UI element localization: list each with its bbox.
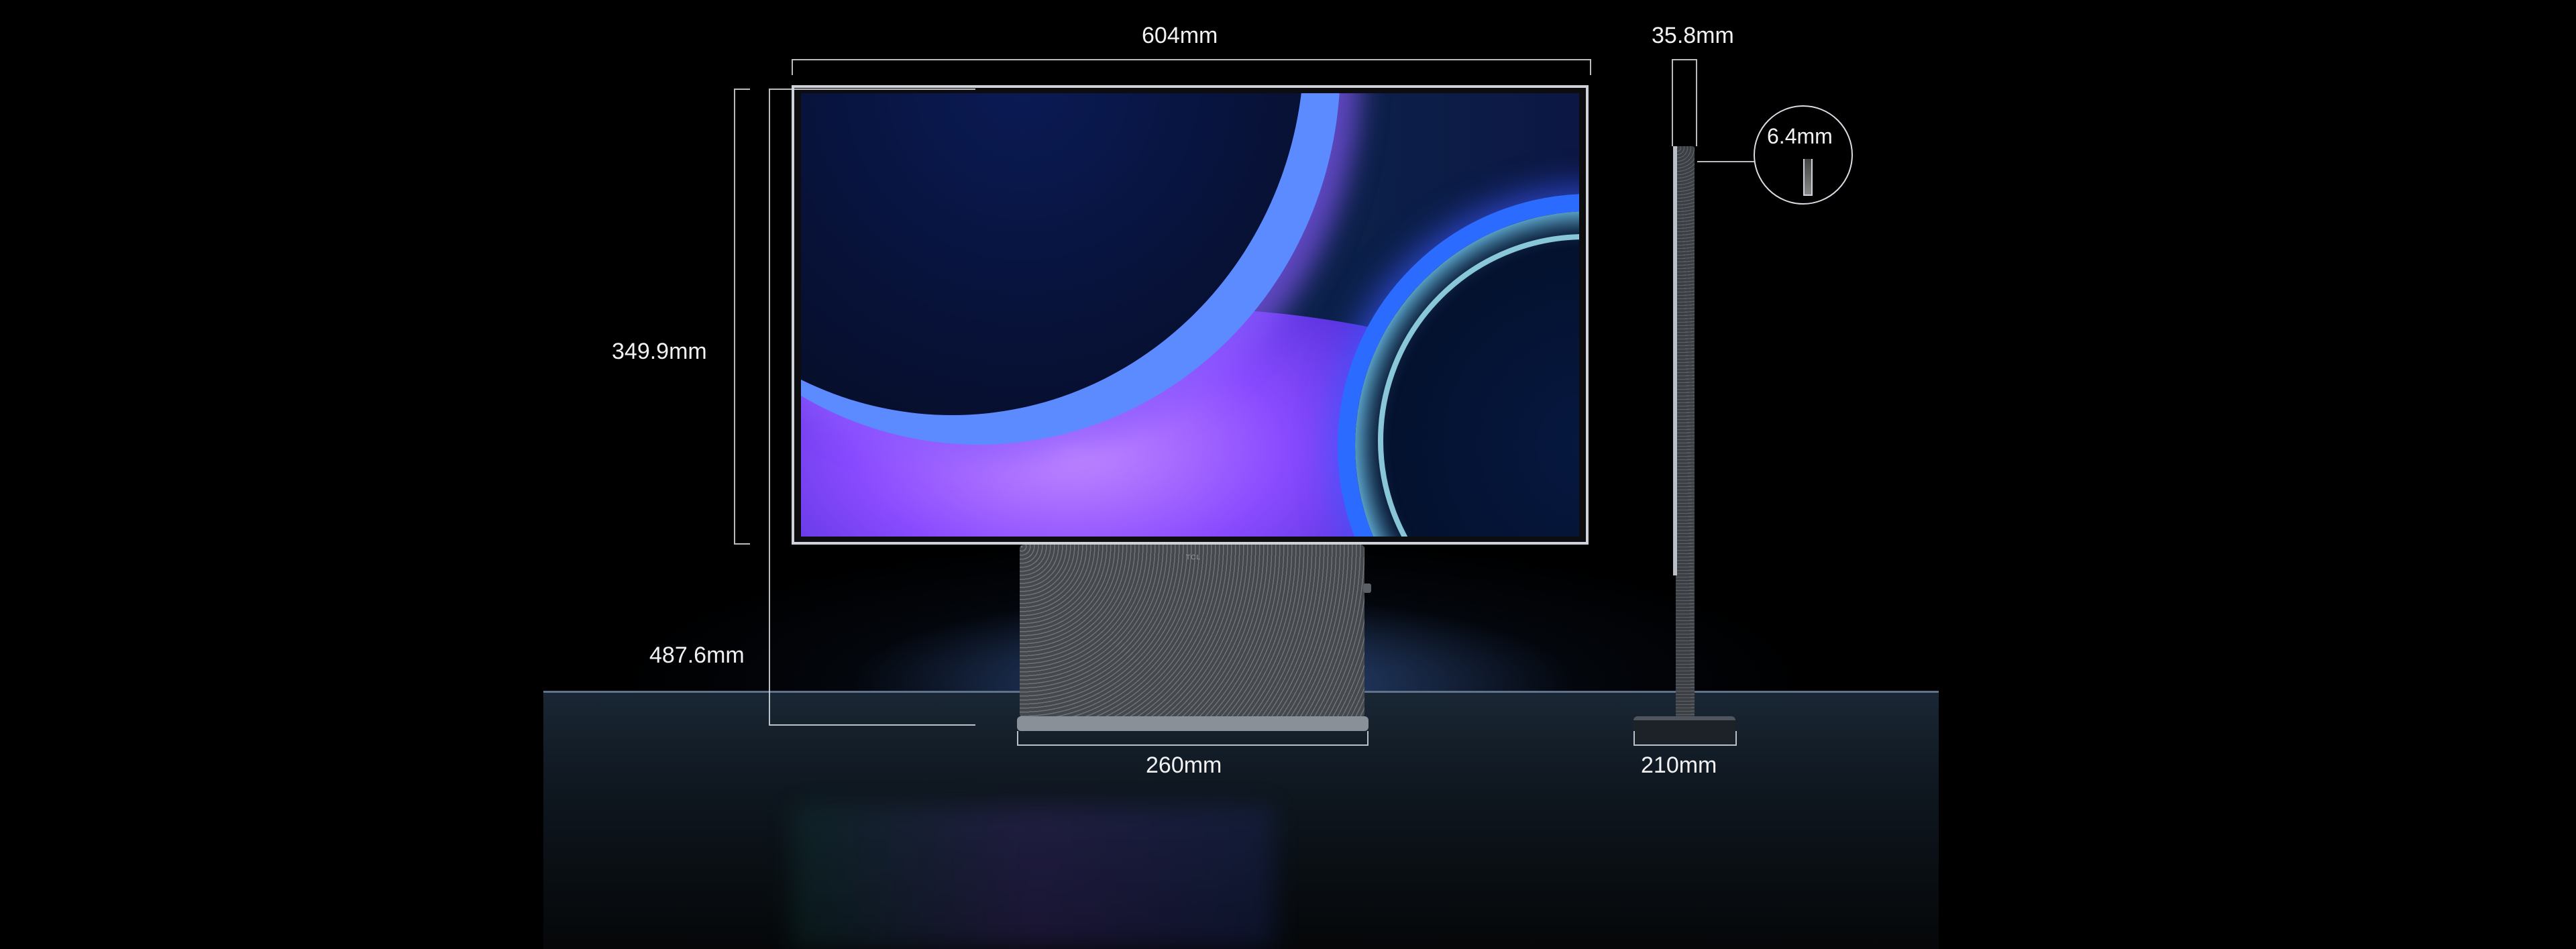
dim-line-side-base [1633, 731, 1737, 746]
dim-line-base-width [1017, 731, 1368, 746]
dim-label-width: 604mm [1142, 23, 1218, 48]
dim-label-screen-height: 349.9mm [612, 339, 707, 364]
monitor-stand-front: TCL [1020, 545, 1364, 718]
monitor-side-view [1676, 146, 1695, 723]
magnifier-circle-icon [1754, 105, 1853, 205]
dim-label-depth: 35.8mm [1652, 23, 1734, 48]
side-panel-edge [1673, 146, 1677, 575]
stand-brand-logo: TCL [1186, 554, 1201, 561]
callout-leader-line [1697, 161, 1755, 162]
dim-line-depth [1672, 59, 1697, 146]
dim-label-base-width: 260mm [1146, 752, 1222, 778]
dim-label-total-height: 487.6mm [649, 643, 745, 668]
panel-edge-zoom [1803, 159, 1813, 196]
dim-label-panel-thickness: 6.4mm [1767, 124, 1833, 148]
dim-label-side-base: 210mm [1641, 752, 1717, 778]
stand-base-front [1017, 716, 1368, 731]
stand-knob [1363, 583, 1371, 593]
dim-line-total-height [769, 89, 975, 726]
floor-reflection [792, 805, 1275, 949]
dim-line-width [792, 59, 1591, 75]
product-dimension-illustration: TCL 604mm 349.9mm 487.6mm 260mm 35.8mm 6… [0, 0, 2576, 949]
dim-line-screen-height [734, 89, 750, 545]
